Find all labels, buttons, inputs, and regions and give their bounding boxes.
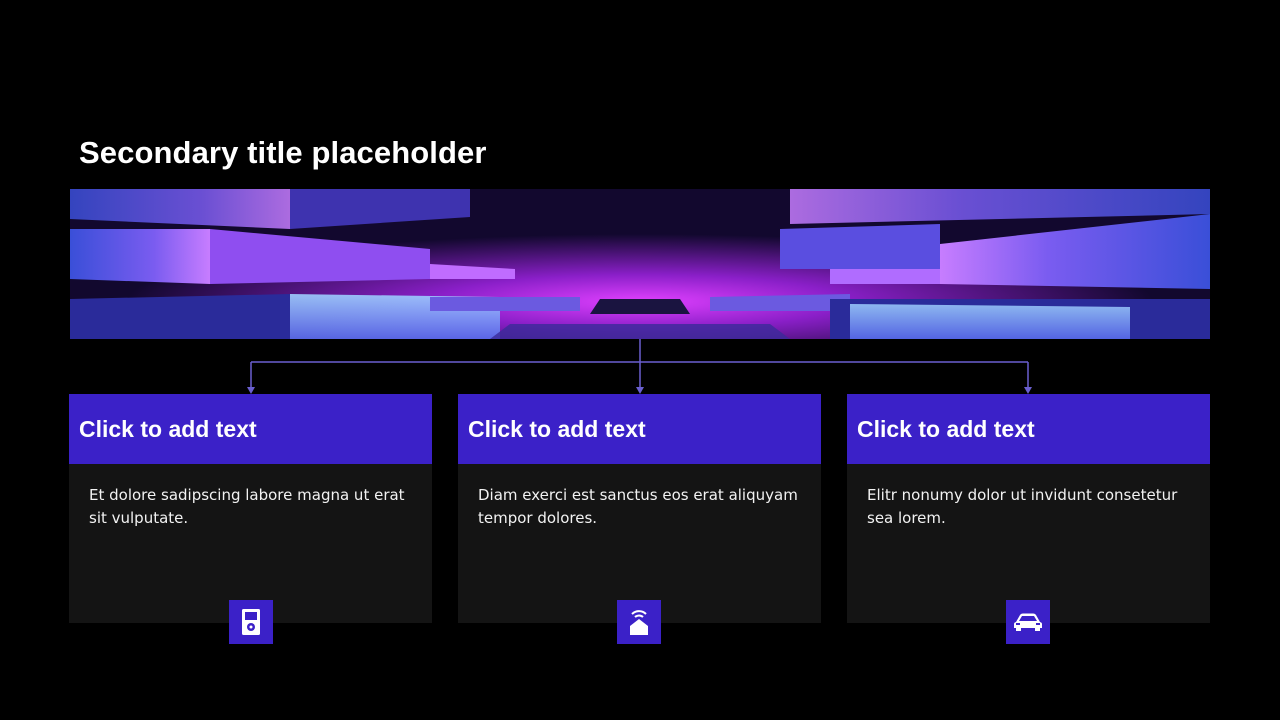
card-3-body[interactable]: Elitr nonumy dolor ut invidunt consetetu… (847, 464, 1210, 530)
card-2-title[interactable]: Click to add text (468, 414, 646, 444)
banner-image (70, 189, 1210, 339)
card-2-body[interactable]: Diam exerci est sanctus eos erat aliquya… (458, 464, 821, 530)
smart-home-icon (617, 600, 661, 644)
card-3-header: Click to add text (847, 394, 1210, 464)
card-3-title[interactable]: Click to add text (857, 414, 1035, 444)
card-2: Click to add text Diam exerci est sanctu… (458, 394, 821, 623)
card-1-title[interactable]: Click to add text (79, 414, 257, 444)
abstract-purple-blocks-graphic (70, 189, 1210, 339)
slide-title[interactable]: Secondary title placeholder (79, 133, 487, 173)
card-1-body[interactable]: Et dolore sadipscing labore magna ut era… (69, 464, 432, 530)
card-1-header: Click to add text (69, 394, 432, 464)
media-player-icon (229, 600, 273, 644)
card-2-header: Click to add text (458, 394, 821, 464)
card-1: Click to add text Et dolore sadipscing l… (69, 394, 432, 623)
car-icon (1006, 600, 1050, 644)
card-3: Click to add text Elitr nonumy dolor ut … (847, 394, 1210, 623)
